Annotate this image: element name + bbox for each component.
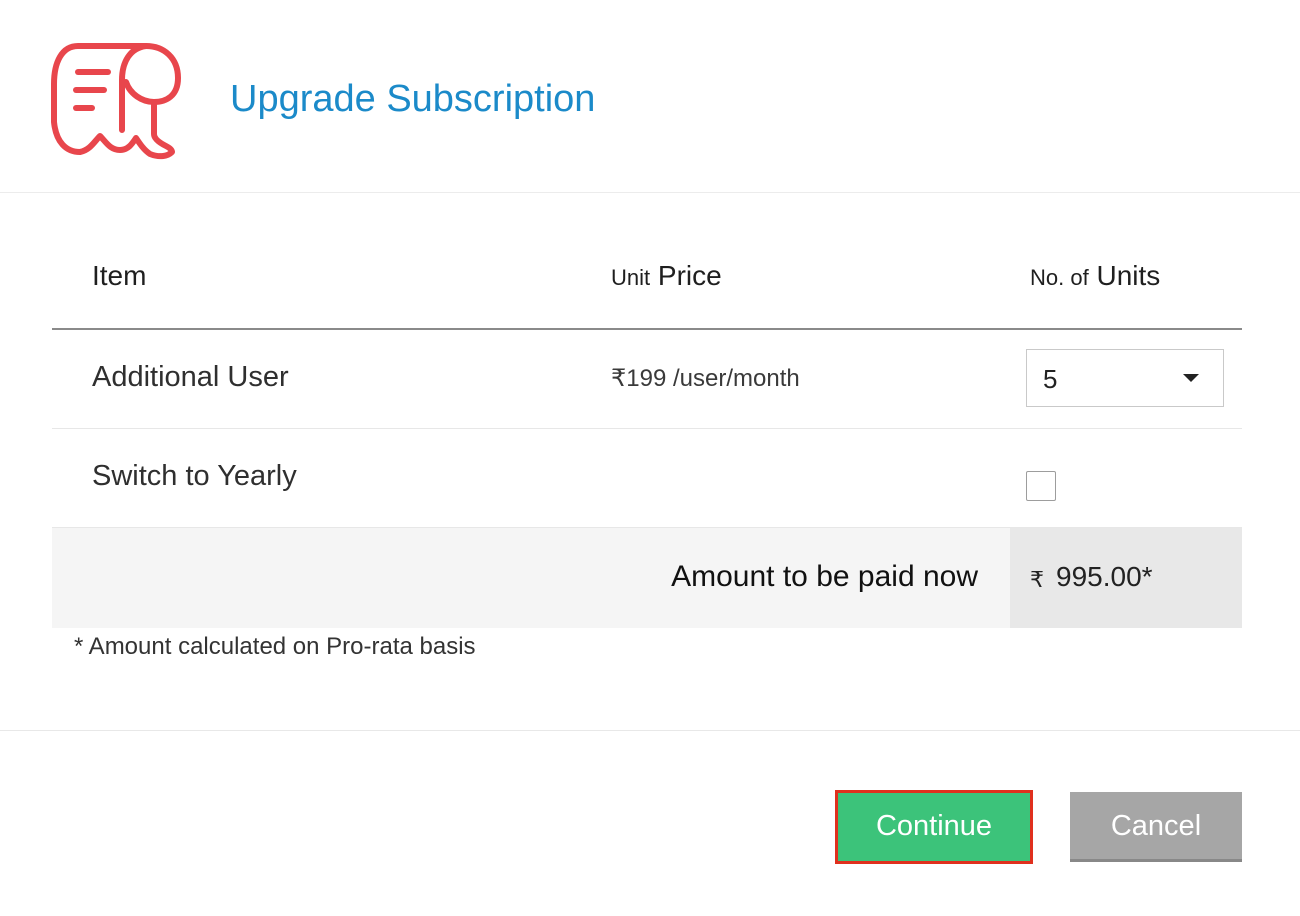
table-header: Item Unit Price No. of Units	[52, 240, 1242, 330]
table-row: Additional User ₹199 /user/month 5	[52, 330, 1242, 429]
pro-rata-footnote: * Amount calculated on Pro-rata basis	[74, 633, 476, 660]
cancel-button[interactable]: Cancel	[1070, 792, 1242, 862]
units-select-value: 5	[1043, 364, 1058, 394]
dialog-header: Upgrade Subscription	[0, 0, 1300, 193]
receipt-icon	[51, 43, 181, 160]
column-header-item: Item	[92, 260, 147, 291]
column-header-units: No. of Units	[1030, 260, 1161, 291]
total-amount: 995.00*	[1056, 561, 1153, 592]
upgrade-subscription-dialog: Upgrade Subscription Item Unit Price No.…	[0, 0, 1300, 916]
footer-divider	[0, 730, 1300, 731]
table-row: Switch to Yearly	[52, 429, 1242, 528]
chevron-down-icon	[1183, 374, 1199, 382]
item-label: Additional User	[92, 361, 289, 393]
switch-yearly-label: Switch to Yearly	[92, 460, 297, 492]
units-select[interactable]: 5	[1026, 349, 1224, 407]
total-row: Amount to be paid now ₹ 995.00*	[52, 528, 1242, 628]
currency-symbol: ₹	[1030, 567, 1044, 592]
total-label: Amount to be paid now	[671, 560, 978, 593]
continue-button[interactable]: Continue	[835, 790, 1033, 864]
dialog-title: Upgrade Subscription	[230, 78, 596, 120]
column-header-unit-price: Unit Price	[611, 260, 722, 291]
unit-price: ₹199 /user/month	[611, 365, 800, 392]
total-amount-cell: ₹ 995.00*	[1010, 528, 1242, 628]
subscription-table: Item Unit Price No. of Units Additional …	[52, 240, 1242, 628]
switch-yearly-checkbox[interactable]	[1026, 471, 1056, 501]
